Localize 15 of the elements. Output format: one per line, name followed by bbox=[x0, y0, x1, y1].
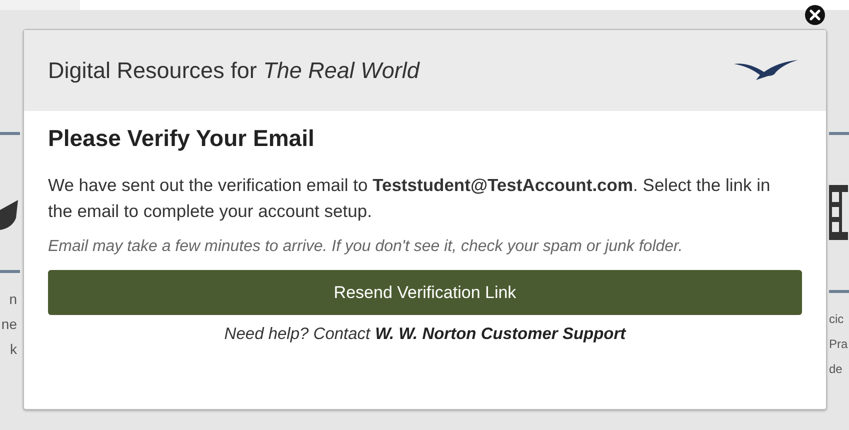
background-text: k bbox=[9, 340, 18, 359]
background-text: Pra bbox=[829, 336, 849, 353]
message-text: We have sent out the verification email to Teststudent@TestAccount.com. Select the link in the email to complete your account setup. bbox=[48, 174, 772, 223]
bird-logo-icon bbox=[734, 60, 798, 82]
help-text: Need help? Contact bbox=[224, 325, 370, 344]
note-text: Email may take a few minutes to arrive. If you don't see it, check your spam or junk folder. bbox=[48, 238, 684, 256]
dialog-title: Digital Resources for The Real World bbox=[48, 58, 420, 84]
dialog-heading: Please Verify Your Email bbox=[48, 125, 316, 152]
resend-button[interactable]: Resend Verification Link bbox=[48, 270, 802, 315]
support-link[interactable]: W. W. Norton Customer Support bbox=[375, 325, 626, 344]
background-text: ne bbox=[0, 315, 18, 334]
background-text: n bbox=[8, 290, 18, 309]
background-text: cic bbox=[829, 311, 845, 328]
background-text: de bbox=[829, 361, 844, 378]
close-icon[interactable] bbox=[805, 5, 825, 25]
